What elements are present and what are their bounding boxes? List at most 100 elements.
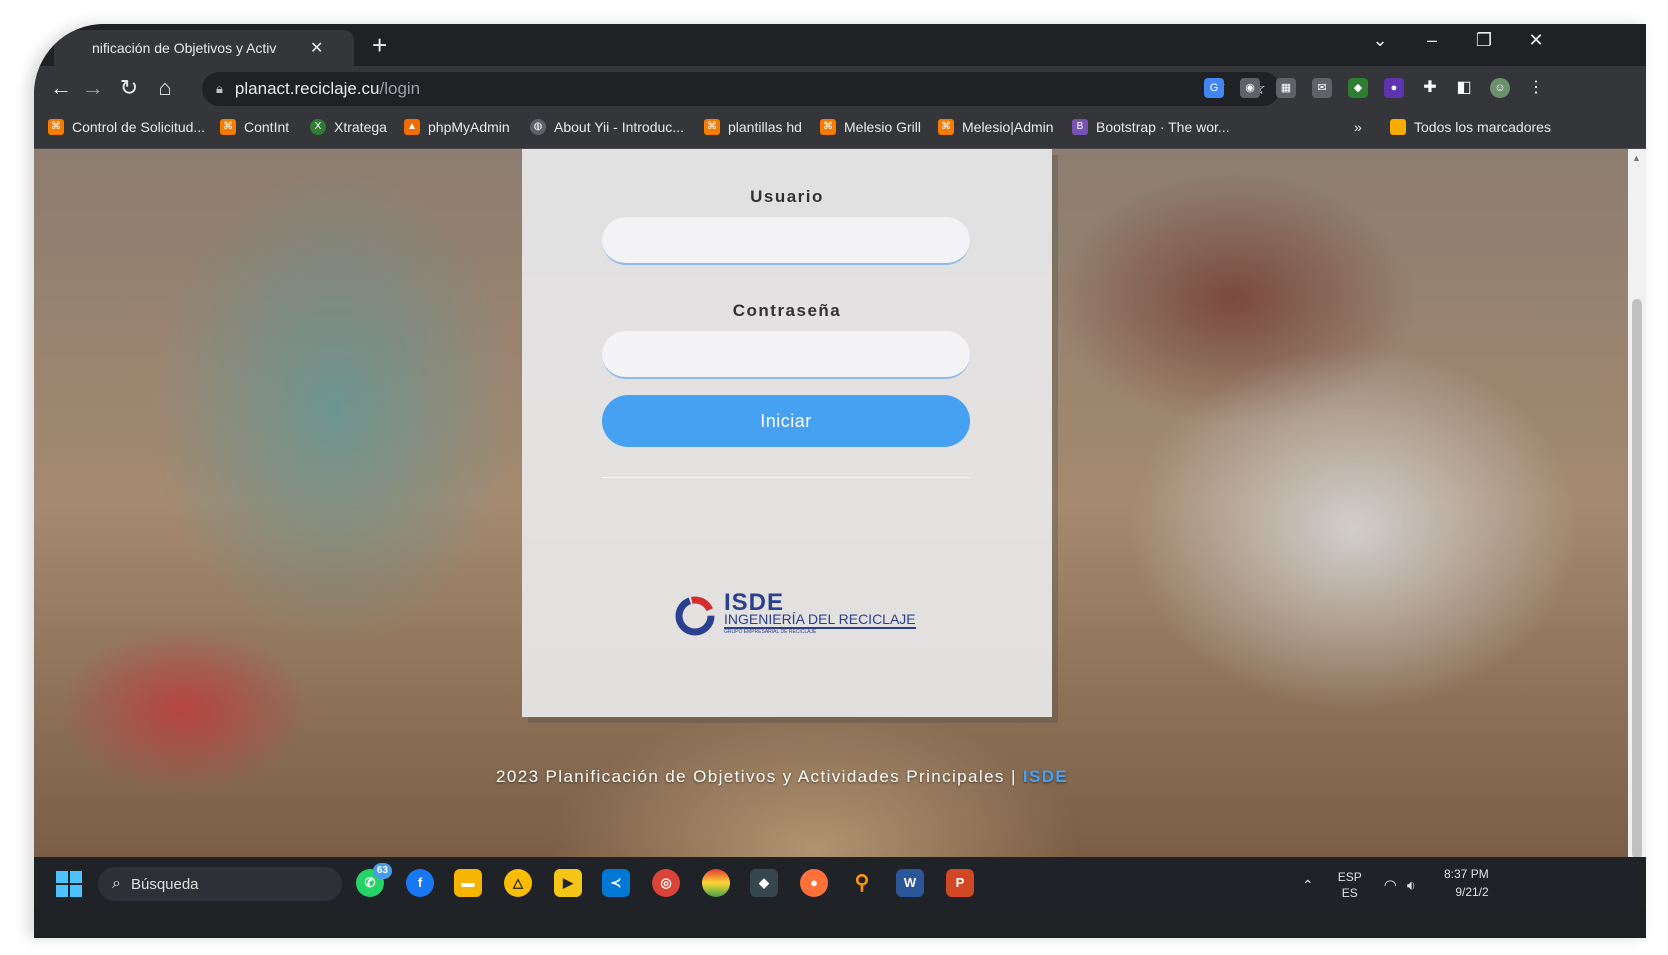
search-placeholder: Búsqueda [130, 875, 199, 893]
translate-extension-icon[interactable]: G [1204, 78, 1224, 98]
volume-icon[interactable]: 🔉︎ [1407, 877, 1416, 894]
forward-arrow-icon[interactable]: → [78, 74, 108, 102]
footer-brand-link[interactable]: ISDE [1023, 767, 1068, 786]
close-tab-icon[interactable]: ✕ [310, 38, 323, 58]
orange-bookmark-icon: ⌘ [220, 119, 236, 135]
scroll-up-arrow-icon[interactable]: ▲ [1632, 153, 1641, 163]
restore-icon[interactable]: ❐ [1464, 30, 1504, 51]
login-button[interactable]: Iniciar [602, 395, 970, 447]
taskbar-clock[interactable]: 8:37 PM 9/21/2 [1444, 865, 1489, 901]
color-extension-icon[interactable]: ◆ [1348, 78, 1368, 98]
mail-extension-icon[interactable]: ✉ [1312, 78, 1332, 98]
bookmark-label: Xtratega [334, 119, 387, 135]
address-bar[interactable]: 🔒︎ planact.reciclaje.cu/login ⇪ ☆ [202, 72, 1280, 106]
bookmark-label: Control de Solicitud... [72, 119, 206, 135]
browser-tab-active[interactable]: nificación de Objetivos y Activ ✕ [54, 30, 354, 66]
home-icon[interactable]: ⌂ [150, 74, 180, 102]
bookmark-label: plantillas hd [728, 119, 802, 135]
windows-taskbar: ⌕ Búsqueda ✆ 63 f ▬ △ ▶ ≺ ◎ ◆ ● ⚲ W P ⌃ E… [34, 857, 1646, 909]
tray-chevron-up-icon[interactable]: ⌃ [1302, 877, 1314, 894]
all-bookmarks-label: Todos los marcadores [1414, 119, 1551, 135]
all-bookmarks-button[interactable]: Todos los marcadores [1390, 119, 1551, 135]
chrome-icon[interactable]: ◎ [652, 869, 680, 897]
vscode-icon[interactable]: ≺ [602, 869, 630, 897]
page-content: Usuario Contraseña Iniciar ISDE INGENIER… [34, 149, 1646, 857]
card-divider [602, 477, 970, 478]
bookmark-label: phpMyAdmin [428, 119, 510, 135]
clock-time: 8:37 PM [1444, 867, 1489, 881]
extensions-puzzle-icon[interactable]: ✚ [1420, 78, 1440, 98]
password-input[interactable] [602, 331, 970, 379]
new-tab-button[interactable]: + [372, 32, 387, 58]
bookmark-item[interactable]: X Xtratega [310, 119, 387, 135]
firefox-icon[interactable]: ● [800, 869, 828, 897]
bookmark-item[interactable]: ⌘ Melesio Grill [820, 119, 921, 135]
isde-logo: ISDE INGENIERÍA DEL RECICLAJE GRUPO EMPR… [672, 589, 916, 641]
bookmark-item[interactable]: B Bootstrap · The wor... [1072, 119, 1230, 135]
wifi-icon[interactable]: ◠ [1384, 876, 1397, 894]
git-app-icon[interactable]: ◆ [750, 869, 778, 897]
profile-avatar-icon[interactable]: ☺ [1490, 78, 1510, 98]
footer-text: 2023 Planificación de Objetivos y Activi… [496, 767, 1023, 786]
player-app-icon[interactable]: ▶ [554, 869, 582, 897]
phpmyadmin-icon: ▲ [404, 119, 420, 135]
whatsapp-icon[interactable]: ✆ 63 [356, 863, 392, 897]
url-host: planact.reciclaje.cu [234, 79, 380, 98]
globe-icon: ◍ [530, 119, 546, 135]
xtratega-icon: X [310, 119, 326, 135]
bookmark-label: Melesio|Admin [962, 119, 1054, 135]
tab-title: nificación de Objetivos y Activ [92, 40, 277, 56]
taskbar-search[interactable]: ⌕ Búsqueda [98, 867, 342, 901]
file-explorer-icon[interactable]: ▬ [454, 869, 482, 897]
bookmark-item[interactable]: ▲ phpMyAdmin [404, 119, 510, 135]
reload-icon[interactable]: ↻ [114, 74, 144, 102]
drive-app-icon[interactable]: △ [504, 869, 532, 897]
url-path: /login [379, 79, 421, 98]
bookmark-label: ContInt [244, 119, 290, 135]
whatsapp-badge: 63 [372, 863, 392, 879]
page-scrollbar[interactable]: ▲ [1628, 149, 1646, 857]
bookmark-label: Melesio Grill [844, 119, 922, 135]
more-bookmarks-button[interactable]: » [1354, 119, 1362, 135]
page-footer: 2023 Planificación de Objetivos y Activi… [496, 767, 1068, 787]
search-tool-icon[interactable]: ⚲ [848, 869, 876, 897]
bookmark-label: Bootstrap · The wor... [1096, 119, 1230, 135]
bookmark-item[interactable]: ⌘ Control de Solicitud... [48, 119, 205, 135]
lock-icon[interactable]: 🔒︎ [216, 81, 223, 97]
orange-bookmark-icon: ⌘ [704, 119, 720, 135]
chat-extension-icon[interactable]: ● [1384, 78, 1404, 98]
camera-extension-icon[interactable]: ◉ [1240, 78, 1260, 98]
bookmark-item[interactable]: ◍ About Yii - Introduc... [530, 119, 684, 135]
facebook-icon[interactable]: f [406, 869, 434, 897]
url-text: planact.reciclaje.cu/login [235, 79, 420, 99]
language-top: ESP [1337, 870, 1362, 884]
tab-search-chevron-icon[interactable]: ⌄ [1360, 30, 1400, 51]
orange-bookmark-icon: ⌘ [938, 119, 954, 135]
off-extension-icon[interactable]: ▦ [1276, 78, 1296, 98]
username-input[interactable] [602, 217, 970, 265]
bookmark-item[interactable]: ⌘ plantillas hd [704, 119, 802, 135]
windows-start-icon[interactable] [56, 871, 82, 897]
side-panel-icon[interactable]: ◧ [1454, 78, 1474, 98]
word-icon[interactable]: W [896, 869, 924, 897]
bookmark-item[interactable]: ⌘ ContInt [220, 119, 289, 135]
browser-toolbar: ← → ↻ ⌂ 🔒︎ planact.reciclaje.cu/login ⇪ … [34, 66, 1646, 110]
minimize-icon[interactable]: – [1412, 30, 1452, 51]
menu-kebab-icon[interactable]: ⋮ [1526, 78, 1546, 98]
logo-subtitle: INGENIERÍA DEL RECICLAJE [724, 611, 916, 629]
close-window-icon[interactable]: ✕ [1516, 30, 1556, 51]
color-app-icon[interactable] [702, 869, 730, 897]
bookmark-label: About Yii - Introduc... [554, 119, 684, 135]
username-label: Usuario [750, 187, 824, 206]
password-label: Contraseña [732, 301, 842, 320]
browser-window: nificación de Objetivos y Activ ✕ + ⌄ – … [34, 24, 1646, 938]
tab-strip: nificación de Objetivos y Activ ✕ + ⌄ – … [34, 24, 1646, 66]
bookmark-item[interactable]: ⌘ Melesio|Admin [938, 119, 1054, 135]
scrollbar-thumb[interactable] [1632, 299, 1642, 857]
orange-bookmark-icon: ⌘ [820, 119, 836, 135]
back-arrow-icon[interactable]: ← [46, 74, 76, 102]
language-indicator[interactable]: ESP ES [1338, 869, 1362, 901]
bootstrap-icon: B [1072, 119, 1088, 135]
powerpoint-icon[interactable]: P [946, 869, 974, 897]
clock-date: 9/21/2 [1455, 885, 1489, 899]
